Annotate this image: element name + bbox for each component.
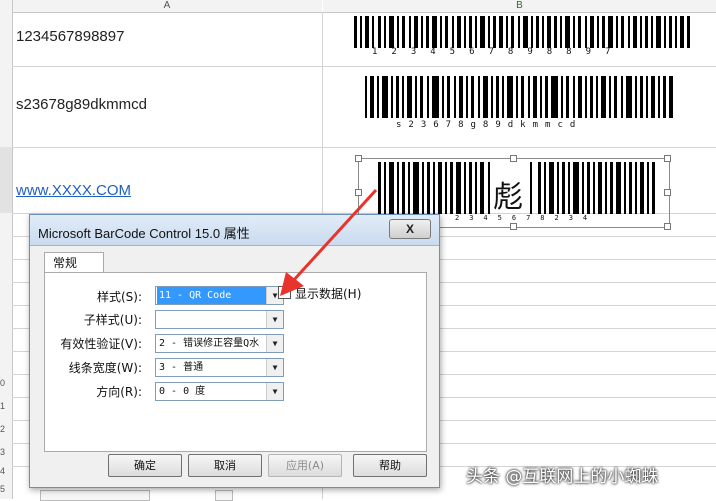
style-select[interactable]: 11 - QR Code ▼ xyxy=(155,286,284,305)
linewidth-label: 线条宽度(W): xyxy=(68,361,142,375)
substyle-select[interactable]: ▼ xyxy=(155,310,284,329)
barcode-2-caption: s23678g89dkmmcd xyxy=(396,120,583,130)
grid-line-row xyxy=(12,66,716,67)
help-button[interactable]: 帮助 xyxy=(353,454,427,477)
style-select-value: 11 - QR Code xyxy=(157,287,273,304)
row-number: 3 xyxy=(0,447,6,457)
validation-label: 有效性验证(V): xyxy=(60,337,142,351)
cell-a3-link[interactable]: www.XXXX.COM xyxy=(16,182,131,199)
linewidth-select[interactable]: 3 - 普通 ▼ xyxy=(155,358,284,377)
ok-button[interactable]: 确定 xyxy=(108,454,182,477)
column-header-b[interactable]: B xyxy=(323,0,716,13)
row-number: 2 xyxy=(0,424,6,434)
resize-handle[interactable] xyxy=(510,223,517,230)
validation-select-value: 2 - 错误修正容量Q水 xyxy=(159,338,260,349)
row-header-selected xyxy=(0,147,13,213)
barcode-3-glyph: 彪 xyxy=(493,180,523,215)
resize-handle[interactable] xyxy=(355,155,362,162)
show-data-label: 显示数据(H) xyxy=(295,287,362,301)
sheet-tab[interactable] xyxy=(40,490,150,501)
tab-general[interactable]: 常规 xyxy=(44,252,104,273)
dropdown-arrow-icon[interactable]: ▼ xyxy=(266,383,283,400)
apply-button[interactable]: 应用(A) xyxy=(268,454,342,477)
dropdown-arrow-icon[interactable]: ▼ xyxy=(266,335,283,352)
row-number: 5 xyxy=(0,484,6,494)
row-number: 4 xyxy=(0,466,6,476)
dialog-title: Microsoft BarCode Control 15.0 属性 xyxy=(38,226,250,241)
resize-handle[interactable] xyxy=(510,155,517,162)
resize-handle[interactable] xyxy=(664,155,671,162)
barcode-1-caption: 1234567898897 xyxy=(372,47,625,57)
row-number: 0 xyxy=(0,378,6,388)
direction-select-value: 0 - 0 度 xyxy=(159,386,206,397)
linewidth-select-value: 3 - 普通 xyxy=(159,362,204,373)
column-header-a[interactable]: A xyxy=(12,0,322,13)
sheet-tab[interactable] xyxy=(215,490,233,501)
barcode-1[interactable] xyxy=(354,16,690,48)
validation-select[interactable]: 2 - 错误修正容量Q水 ▼ xyxy=(155,334,284,353)
watermark-text: 头条 @互联网上的小蜘蛛 xyxy=(466,467,659,487)
cell-a1[interactable]: 1234567898897 xyxy=(16,28,124,45)
substyle-label: 子样式(U): xyxy=(83,313,142,327)
row-number: 1 xyxy=(0,401,6,411)
grid-line-row xyxy=(12,147,716,148)
dropdown-arrow-icon[interactable]: ▼ xyxy=(266,359,283,376)
dropdown-arrow-icon[interactable]: ▼ xyxy=(266,311,283,328)
barcode-2[interactable] xyxy=(365,76,673,118)
resize-handle[interactable] xyxy=(664,189,671,196)
direction-select[interactable]: 0 - 0 度 ▼ xyxy=(155,382,284,401)
barcode-3-caption: 2345678234 xyxy=(455,214,598,222)
cancel-button[interactable]: 取消 xyxy=(188,454,262,477)
show-data-checkbox[interactable]: ✔ xyxy=(278,286,291,299)
style-label: 样式(S): xyxy=(96,290,142,304)
dialog-titlebar[interactable]: Microsoft BarCode Control 15.0 属性 X xyxy=(30,215,439,246)
resize-handle[interactable] xyxy=(355,189,362,196)
resize-handle[interactable] xyxy=(664,223,671,230)
cell-a2[interactable]: s23678g89dkmmcd xyxy=(16,96,147,113)
close-button[interactable]: X xyxy=(389,219,431,239)
direction-label: 方向(R): xyxy=(96,385,142,399)
